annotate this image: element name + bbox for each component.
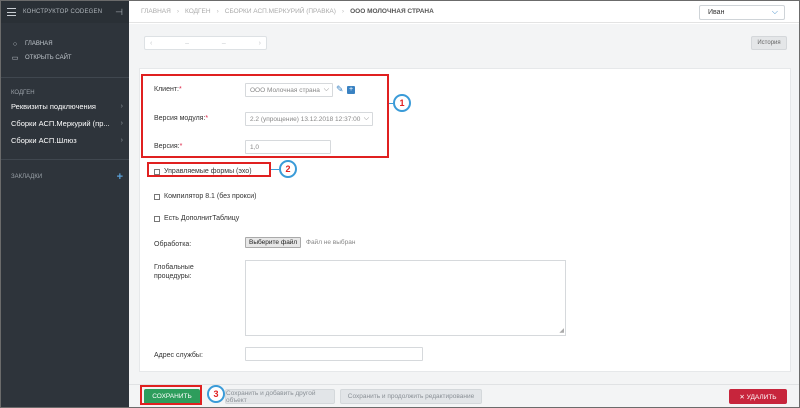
sidebar-item-label: Сборки АСП.Шлюз <box>11 136 77 145</box>
app-title: КОНСТРУКТОР CODEGEN <box>23 9 103 15</box>
sidebar-link-label: ГЛАВНАЯ <box>25 41 53 47</box>
annotation-box-2 <box>147 162 271 177</box>
sidebar: КОНСТРУКТОР CODEGEN ⊣ ○ ГЛАВНАЯ ▭ ОТКРЫТ… <box>1 1 129 407</box>
delete-button[interactable]: ✕ УДАЛИТЬ <box>729 389 787 404</box>
history-button[interactable]: История <box>751 36 787 50</box>
save-continue-button[interactable]: Сохранить и продолжить редактирование <box>340 389 482 404</box>
sidebar-item-mercury[interactable]: Сборки АСП.Меркурий (пр... › <box>1 115 129 132</box>
sidebar-item-gateway[interactable]: Сборки АСП.Шлюз › <box>1 132 129 149</box>
chevron-left-icon[interactable]: ‹ <box>150 40 152 47</box>
annotation-box-1 <box>141 74 389 158</box>
section-label: КОДГЕН <box>11 90 35 96</box>
breadcrumb-current: ООО МОЛОЧНАЯ СТРАНА <box>350 8 434 15</box>
checkbox-box[interactable] <box>154 193 160 200</box>
callout-line <box>271 169 279 170</box>
callout-1: 1 <box>393 94 411 112</box>
menu-icon[interactable] <box>7 8 16 16</box>
chevron-right-icon: › <box>120 120 123 127</box>
sidebar-section-codegen: КОДГЕН <box>1 88 129 98</box>
breadcrumb-separator: › <box>341 8 345 15</box>
topbar: ГЛАВНАЯ › КОДГЕН › СБОРКИ АСП.МЕРКУРИЙ (… <box>129 1 799 23</box>
resize-grip-icon[interactable]: ◢ <box>559 327 564 334</box>
add-bookmark-icon[interactable]: + <box>117 171 123 183</box>
chevron-right-icon: › <box>120 137 123 144</box>
checkbox-label: Компилятор 8.1 (без прокси) <box>164 193 257 200</box>
checkbox-label: Есть ДополнитТаблицу <box>164 215 240 222</box>
callout-2: 2 <box>279 160 297 178</box>
sidebar-menu: ○ ГЛАВНАЯ ▭ ОТКРЫТЬ САЙТ <box>1 23 129 65</box>
sidebar-section-bookmarks: ЗАКЛАДКИ + <box>1 171 129 183</box>
chevron-down-icon: ⌵ <box>771 7 778 16</box>
breadcrumb-mercury[interactable]: СБОРКИ АСП.МЕРКУРИЙ (ПРАВКА) <box>225 8 336 15</box>
sidebar-header: КОНСТРУКТОР CODEGEN ⊣ <box>1 1 129 23</box>
compiler-checkbox[interactable]: Компилятор 8.1 (без прокси) <box>154 193 257 200</box>
sidebar-divider <box>1 159 129 160</box>
checkbox-box[interactable] <box>154 215 160 222</box>
sidebar-link-home[interactable]: ○ ГЛАВНАЯ <box>1 37 129 51</box>
pager-dash: – <box>185 39 190 47</box>
section-label: ЗАКЛАДКИ <box>11 174 43 180</box>
main-content: ‹ – – › История Клиент:* ООО Молочная ст… <box>129 24 799 384</box>
service-address-input[interactable] <box>245 347 423 361</box>
service-address-label: Адрес службы: <box>154 352 203 359</box>
breadcrumb-codegen[interactable]: КОДГЕН <box>185 8 211 15</box>
global-procs-textarea[interactable]: ◢ <box>245 260 566 336</box>
choose-file-button[interactable]: Выберите файл <box>245 237 302 248</box>
circle-icon: ○ <box>12 40 18 48</box>
sidebar-link-label: ОТКРЫТЬ САЙТ <box>25 55 72 61</box>
pager-dash: – <box>221 39 226 47</box>
user-name: Иван <box>708 9 725 16</box>
window-icon: ▭ <box>11 55 19 62</box>
chevron-right-icon[interactable]: › <box>259 40 261 47</box>
processing-label: Обработка: <box>154 241 192 248</box>
sidebar-link-open-site[interactable]: ▭ ОТКРЫТЬ САЙТ <box>1 51 129 65</box>
sidebar-item-label: Сборки АСП.Меркурий (пр... <box>11 119 110 128</box>
breadcrumb-separator: › <box>176 8 179 15</box>
annotation-box-3 <box>140 385 202 405</box>
file-status: Файл не выбран <box>306 239 356 246</box>
sidebar-item-label: Реквизиты подключения <box>11 102 96 111</box>
extra-table-checkbox[interactable]: Есть ДополнитТаблицу <box>154 215 239 222</box>
breadcrumb: ГЛАВНАЯ › КОДГЕН › СБОРКИ АСП.МЕРКУРИЙ (… <box>141 8 440 15</box>
global-procs-label: Глобальные процедуры: <box>154 264 194 280</box>
record-pager[interactable]: ‹ – – › <box>144 36 267 50</box>
breadcrumb-home[interactable]: ГЛАВНАЯ <box>141 8 171 15</box>
sidebar-divider <box>1 77 129 78</box>
save-add-button[interactable]: Сохранить и добавить другой объект <box>225 389 335 404</box>
pin-icon[interactable]: ⊣ <box>115 7 123 18</box>
action-bar: СОХРАНИТЬ Сохранить и добавить другой об… <box>129 384 799 407</box>
user-select[interactable]: Иван ⌵ <box>699 5 785 20</box>
chevron-right-icon: › <box>120 103 123 110</box>
callout-3: 3 <box>207 385 225 403</box>
sidebar-item-connection[interactable]: Реквизиты подключения › <box>1 98 129 115</box>
breadcrumb-separator: › <box>216 8 219 15</box>
